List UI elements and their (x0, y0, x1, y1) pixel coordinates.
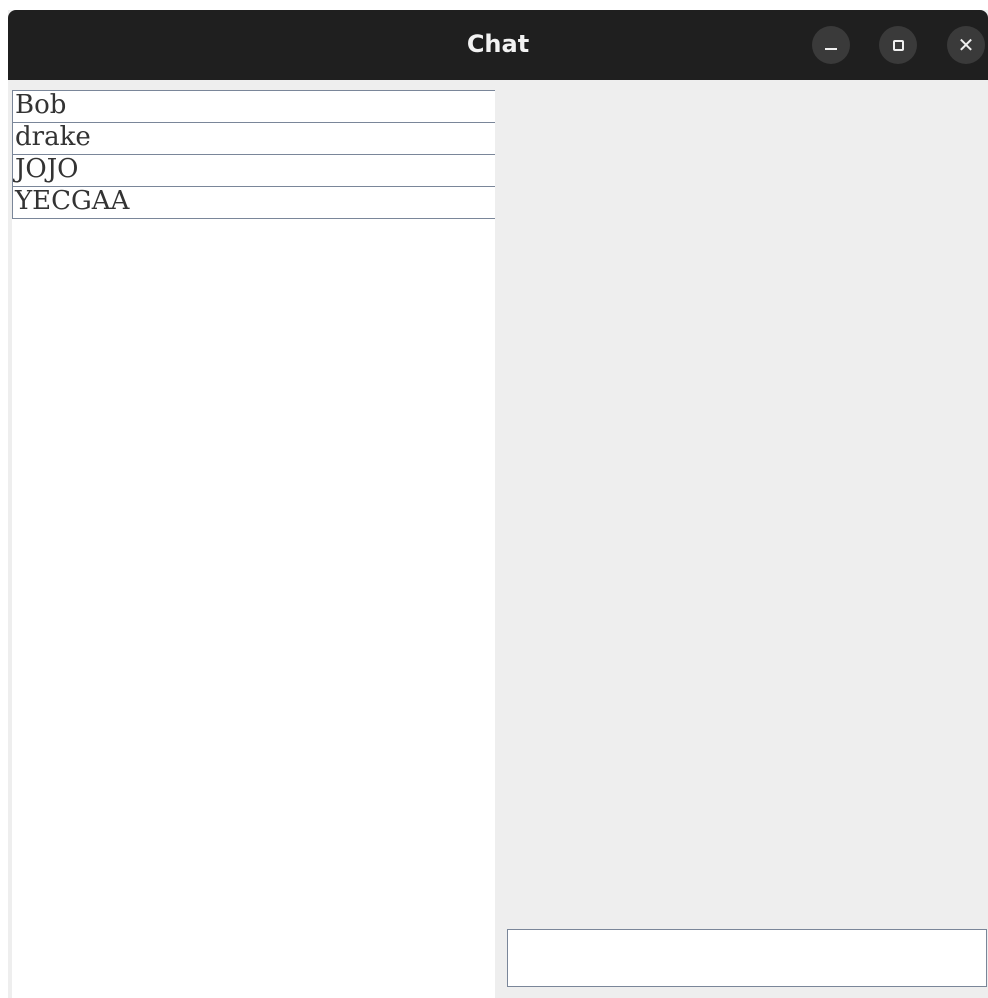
close-icon: ✕ (957, 33, 975, 57)
user-name: YECGAA (15, 187, 130, 216)
user-name: JOJO (15, 155, 79, 184)
user-list-item[interactable]: YECGAA (12, 187, 497, 219)
user-name: drake (15, 123, 91, 152)
chat-message-area (495, 90, 988, 998)
close-button[interactable]: ✕ (947, 26, 985, 64)
user-name: Bob (15, 90, 67, 120)
maximize-button[interactable] (879, 26, 917, 64)
maximize-icon (892, 39, 904, 51)
title-bar[interactable]: Chat ✕ (8, 10, 988, 80)
user-list-item[interactable]: JOJO (12, 155, 497, 187)
message-input[interactable] (507, 929, 987, 987)
chat-window: Chat ✕ Bob drake JOJO YECGAA (8, 10, 988, 998)
user-list-item[interactable]: drake (12, 123, 497, 155)
user-list-item[interactable]: Bob (12, 90, 497, 123)
minimize-icon (825, 48, 837, 50)
minimize-button[interactable] (812, 26, 850, 64)
user-list[interactable]: Bob drake JOJO YECGAA (12, 90, 497, 998)
